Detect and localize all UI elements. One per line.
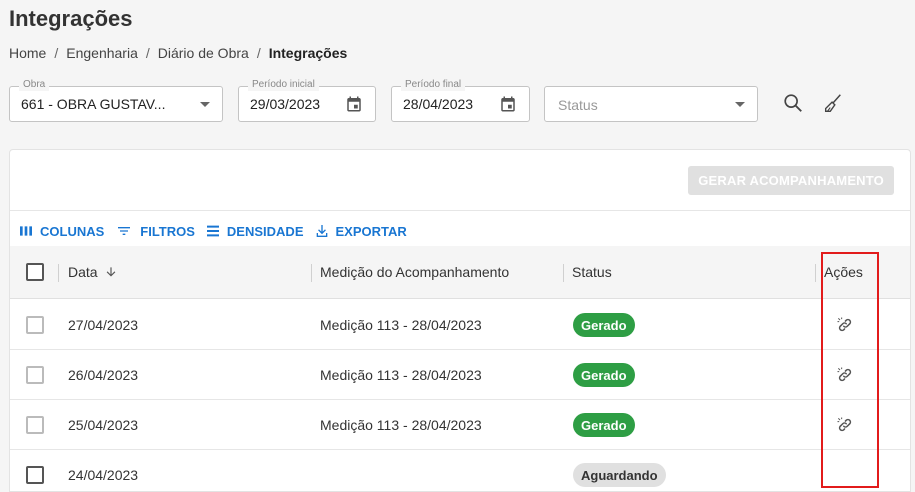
column-separator	[58, 264, 59, 282]
status-badge: Gerado	[573, 313, 635, 337]
breadcrumb-home[interactable]: Home	[9, 45, 46, 61]
status-badge: Gerado	[573, 413, 635, 437]
cell-medicao: Medição 113 - 28/04/2023	[320, 417, 482, 433]
broom-icon[interactable]	[822, 92, 844, 114]
column-header-data[interactable]: Data	[68, 264, 98, 280]
column-header-status[interactable]: Status	[572, 264, 612, 280]
status-badge: Aguardando	[573, 463, 666, 487]
table-header: Data Medição do Acompanhamento Status Aç…	[10, 246, 910, 299]
periodo-final-label: Período final	[401, 79, 466, 91]
density-icon	[206, 225, 219, 237]
obra-select[interactable]: Obra 661 - OBRA GUSTAV...	[9, 79, 223, 122]
row-checkbox[interactable]	[26, 316, 44, 334]
cell-data: 27/04/2023	[68, 317, 139, 333]
breadcrumb-separator: /	[145, 45, 150, 61]
densidade-button[interactable]: DENSIDADE	[205, 223, 304, 239]
status-badge: Gerado	[573, 363, 635, 387]
periodo-final-value: 28/04/2023	[403, 96, 474, 112]
table-row[interactable]: 27/04/2023 Medição 113 - 28/04/2023 Gera…	[10, 300, 910, 350]
breadcrumb-current: Integrações	[268, 45, 348, 61]
table-row[interactable]: 26/04/2023 Medição 113 - 28/04/2023 Gera…	[10, 350, 910, 400]
cell-medicao: Medição 113 - 28/04/2023	[320, 367, 482, 383]
breadcrumb-separator: /	[54, 45, 59, 61]
chevron-down-icon	[735, 102, 745, 107]
grid-panel: GERAR ACOMPANHAMENTO COLUNAS FILTROS DEN…	[9, 149, 911, 492]
cell-medicao: Medição 113 - 28/04/2023	[320, 317, 482, 333]
page-title: Integrações	[9, 6, 133, 31]
periodo-inicial-field[interactable]: Período inicial 29/03/2023	[238, 79, 376, 122]
filtros-label: FILTROS	[140, 223, 195, 239]
table-row[interactable]: 25/04/2023 Medição 113 - 28/04/2023 Gera…	[10, 400, 910, 450]
arrow-down-icon[interactable]	[104, 265, 118, 279]
column-separator	[815, 264, 816, 282]
row-checkbox[interactable]	[26, 366, 44, 384]
cell-data: 26/04/2023	[68, 367, 139, 383]
calendar-icon[interactable]	[345, 95, 363, 113]
columns-icon	[20, 226, 32, 236]
densidade-label: DENSIDADE	[226, 223, 304, 239]
chevron-down-icon	[200, 102, 210, 107]
row-checkbox[interactable]	[26, 416, 44, 434]
filter-icon	[118, 227, 131, 235]
search-icon[interactable]	[782, 92, 804, 114]
status-select[interactable]: Status	[544, 86, 758, 122]
calendar-icon[interactable]	[499, 95, 517, 113]
grid-toolbar: COLUNAS FILTROS DENSIDADE EXPORTAR	[18, 223, 417, 239]
periodo-final-field[interactable]: Período final 28/04/2023	[391, 79, 530, 122]
column-separator	[311, 264, 312, 282]
colunas-label: COLUNAS	[40, 223, 105, 239]
filtros-button[interactable]: FILTROS	[114, 223, 195, 239]
breadcrumb-separator: /	[256, 45, 261, 61]
table-row[interactable]: 24/04/2023 Aguardando	[10, 450, 910, 492]
status-placeholder: Status	[558, 97, 598, 113]
cell-data: 25/04/2023	[68, 417, 139, 433]
exportar-button[interactable]: EXPORTAR	[314, 223, 407, 239]
row-checkbox[interactable]	[26, 466, 44, 484]
column-header-medicao[interactable]: Medição do Acompanhamento	[320, 264, 509, 280]
breadcrumb-engenharia[interactable]: Engenharia	[66, 45, 138, 61]
periodo-inicial-label: Período inicial	[248, 79, 319, 91]
select-all-checkbox[interactable]	[26, 263, 44, 281]
breadcrumb-diario-de-obra[interactable]: Diário de Obra	[158, 45, 249, 61]
colunas-button[interactable]: COLUNAS	[18, 223, 104, 239]
exportar-label: EXPORTAR	[335, 223, 407, 239]
highlight-box	[821, 252, 879, 488]
column-separator	[563, 264, 564, 282]
cell-data: 24/04/2023	[68, 467, 139, 483]
breadcrumb: Home / Engenharia / Diário de Obra / Int…	[9, 45, 347, 61]
periodo-inicial-value: 29/03/2023	[250, 96, 321, 112]
gerar-acompanhamento-button[interactable]: GERAR ACOMPANHAMENTO	[688, 166, 894, 195]
obra-value: 661 - OBRA GUSTAV...	[21, 96, 166, 112]
download-icon	[316, 225, 327, 237]
divider	[10, 210, 910, 211]
obra-label: Obra	[19, 79, 50, 91]
